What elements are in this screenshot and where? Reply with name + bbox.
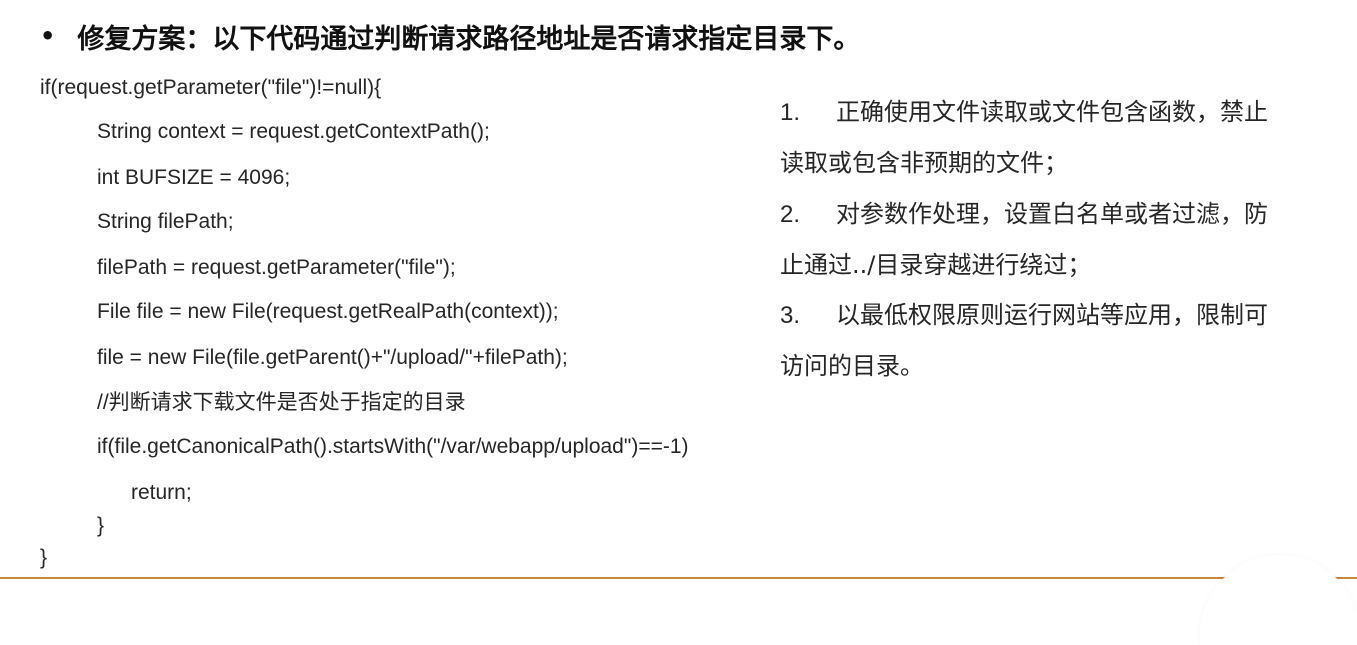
- decorative-corner-shape: [1200, 555, 1357, 645]
- code-closing-brace: }: [40, 546, 48, 569]
- code-line: file = new File(file.getParent()+"/uploa…: [97, 346, 568, 369]
- note-text-continued: 止通过../目录穿越进行绕过；: [780, 251, 1092, 279]
- note-number: 1.: [780, 99, 801, 126]
- note-text: 正确使用文件读取或文件包含函数，禁止: [836, 98, 1268, 126]
- code-line: return;: [131, 481, 192, 504]
- footer-divider: [0, 577, 1357, 579]
- code-line: if(file.getCanonicalPath().startsWith("/…: [97, 435, 689, 458]
- code-line: if(request.getParameter("file")!=null){: [40, 76, 382, 99]
- code-line: filePath = request.getParameter("file");: [97, 256, 456, 279]
- note-text-continued: 读取或包含非预期的文件；: [780, 149, 1068, 177]
- note-item-2: 2. 对参数作处理，设置白名单或者过滤，防: [780, 198, 1268, 231]
- note-item-1: 1. 正确使用文件读取或文件包含函数，禁止: [780, 96, 1268, 129]
- code-line: String context = request.getContextPath(…: [97, 120, 490, 143]
- note-number: 2.: [780, 201, 801, 228]
- note-text-continued: 访问的目录。: [780, 352, 924, 380]
- code-block: if(request.getParameter("file")!=null){ …: [0, 0, 800, 595]
- note-number: 3.: [780, 302, 801, 329]
- note-text: 以最低权限原则运行网站等应用，限制可: [836, 301, 1268, 329]
- code-line: int BUFSIZE = 4096;: [97, 166, 291, 189]
- note-item-3: 3. 以最低权限原则运行网站等应用，限制可: [780, 299, 1268, 332]
- code-line: String filePath;: [97, 210, 234, 233]
- note-text: 对参数作处理，设置白名单或者过滤，防: [836, 200, 1268, 228]
- slide: • 修复方案：以下代码通过判断请求路径地址是否请求指定目录下。 if(reque…: [0, 0, 1357, 645]
- code-closing-brace: }: [97, 514, 105, 537]
- code-line: File file = new File(request.getRealPath…: [97, 300, 559, 323]
- code-comment: //判断请求下载文件是否处于指定的目录: [97, 391, 466, 414]
